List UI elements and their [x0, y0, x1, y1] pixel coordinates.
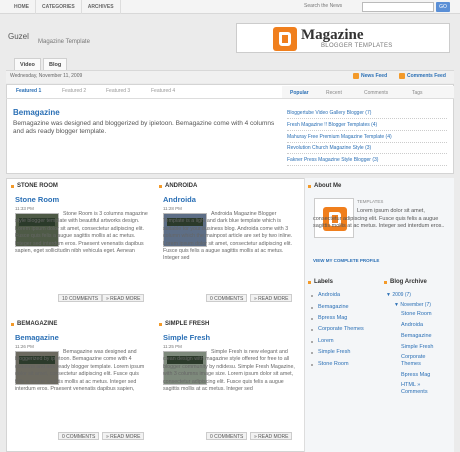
- tab-blog[interactable]: Blog: [43, 58, 68, 70]
- top-nav: HOME CATEGORIES ARCHIVES: [8, 0, 121, 14]
- bullet-icon: [311, 307, 313, 309]
- bullet-icon: [384, 281, 387, 284]
- read-more-button[interactable]: » READ MORE: [250, 294, 293, 302]
- nav-archives[interactable]: ARCHIVES: [82, 0, 121, 14]
- archive-post-link[interactable]: Corporate Themes: [401, 354, 441, 368]
- popular-item[interactable]: Fresh Magazine !! Blogger Templates (4): [287, 122, 447, 131]
- label-link[interactable]: Corporate Themes: [318, 326, 364, 332]
- bullet-icon: [11, 323, 14, 326]
- tab-featured-2[interactable]: Featured 2: [62, 88, 86, 94]
- label-link[interactable]: Androida: [318, 292, 340, 298]
- bullet-icon: [159, 185, 162, 188]
- nav-home[interactable]: HOME: [8, 0, 36, 14]
- tab-video[interactable]: Video: [14, 58, 41, 70]
- post-section-heading: SIMPLE FRESH: [165, 321, 210, 327]
- post-excerpt: Androida Magazine Blogger Template is a …: [163, 211, 293, 262]
- post-section-heading: STONE ROOM: [17, 183, 58, 189]
- archive-month: November (7): [400, 302, 431, 308]
- read-more-label: READ MORE: [258, 434, 289, 440]
- header-banner[interactable]: Magazine BLOGGER TEMPLATES: [236, 23, 450, 53]
- popular-item[interactable]: Bloggertube Video Gallery Blogger (7): [287, 110, 447, 119]
- bullet-icon: [311, 318, 313, 320]
- search-label: Search the News: [304, 3, 343, 9]
- post-excerpt: Bemagazine was designed and bloggerized …: [15, 349, 145, 393]
- featured-description: Bemagazine was designed and bloggerized …: [13, 120, 275, 135]
- read-more-label: READ MORE: [258, 296, 289, 302]
- read-more-label: READ MORE: [110, 296, 141, 302]
- labels-heading: Labels: [314, 279, 334, 285]
- archive-post-link[interactable]: HTML » Comments: [401, 382, 441, 396]
- bullet-icon: [311, 352, 313, 354]
- archive-post-link[interactable]: Androida: [401, 322, 423, 328]
- popular-item[interactable]: Fakner Press Magazine Style Blogger (3): [287, 157, 447, 166]
- archive-month-toggle[interactable]: ▼ November (7): [394, 302, 431, 308]
- read-more-button[interactable]: » READ MORE: [102, 294, 145, 302]
- banner-title: Magazine: [301, 27, 364, 43]
- comments-button[interactable]: 0 COMMENTS: [58, 432, 100, 440]
- label-link[interactable]: Simple Fresh: [318, 349, 350, 355]
- tab-featured-1[interactable]: Featured 1: [16, 88, 41, 94]
- view-profile-link[interactable]: VIEW MY COMPLETE PROFILE: [313, 258, 379, 263]
- comments-button[interactable]: 0 COMMENTS: [206, 294, 248, 302]
- read-more-label: READ MORE: [110, 434, 141, 440]
- label-link[interactable]: Bemagazine: [318, 304, 349, 310]
- current-date: Wednesday, November 11, 2009: [10, 73, 83, 79]
- post-title[interactable]: Simple Fresh: [163, 333, 210, 342]
- post-section-heading: ANDROIDA: [165, 183, 198, 189]
- post-section-heading: BEMAGAZINE: [17, 321, 58, 327]
- rss-icon: [353, 73, 359, 79]
- bullet-icon: [308, 185, 311, 188]
- bullet-icon: [308, 281, 311, 284]
- tab-comments[interactable]: Comments: [364, 90, 388, 96]
- tab-popular[interactable]: Popular: [290, 90, 309, 96]
- read-more-button[interactable]: » READ MORE: [250, 432, 293, 440]
- bullet-icon: [311, 364, 313, 366]
- post-title[interactable]: Bemagazine: [15, 333, 59, 342]
- post-excerpt: Simple Fresh is new elegant and clean de…: [163, 349, 295, 393]
- archive-post-link[interactable]: Stone Room: [401, 311, 432, 317]
- featured-title[interactable]: Bemagazine: [13, 108, 60, 117]
- search-go-button[interactable]: GO: [436, 2, 450, 12]
- archive-year: 2009 (7): [392, 292, 411, 298]
- bullet-icon: [159, 323, 162, 326]
- rss-icon: [399, 73, 405, 79]
- bullet-icon: [311, 341, 313, 343]
- read-more-button[interactable]: » READ MORE: [102, 432, 145, 440]
- post-excerpt: Stone Room is 3 columns magazine style b…: [15, 211, 148, 255]
- archive-post-link[interactable]: Bpress Mag: [401, 372, 430, 378]
- bullet-icon: [11, 185, 14, 188]
- post-title[interactable]: Androida: [163, 195, 196, 204]
- comments-button[interactable]: 10 COMMENTS: [58, 294, 103, 302]
- about-text: Lorem ipsum dolor sit amet, consectetur …: [313, 208, 445, 229]
- site-brand[interactable]: Guzel: [8, 32, 29, 41]
- search-input[interactable]: [362, 2, 434, 12]
- profile-name: TEMPLATES: [357, 199, 384, 204]
- archive-post-link[interactable]: Simple Fresh: [401, 344, 433, 350]
- bullet-icon: [311, 295, 313, 297]
- comments-feed-link[interactable]: Comments Feed: [407, 73, 446, 79]
- label-link[interactable]: Stone Room: [318, 361, 349, 367]
- tab-featured-4[interactable]: Featured 4: [151, 88, 175, 94]
- tab-featured-3[interactable]: Featured 3: [106, 88, 130, 94]
- tab-recent[interactable]: Recent: [326, 90, 342, 96]
- site-subtitle: Magazine Template: [38, 39, 90, 45]
- nav-categories[interactable]: CATEGORIES: [36, 0, 82, 14]
- about-heading: About Me: [314, 183, 342, 189]
- banner-subtitle: BLOGGER TEMPLATES: [321, 43, 393, 49]
- archive-year-toggle[interactable]: ▼ 2009 (7): [386, 292, 411, 298]
- tab-tags[interactable]: Tags: [412, 90, 423, 96]
- label-link[interactable]: Bpress Mag: [318, 315, 347, 321]
- blogger-logo-icon: [273, 27, 297, 51]
- popular-item[interactable]: Revolution Church Magazine Style (3): [287, 145, 447, 154]
- label-link[interactable]: Lorem: [318, 338, 334, 344]
- comments-button[interactable]: 0 COMMENTS: [206, 432, 248, 440]
- featured-tabs: [6, 86, 282, 99]
- popular-item[interactable]: Mahuray Free Premium Magazine Template (…: [287, 134, 447, 143]
- post-title[interactable]: Stone Room: [15, 195, 59, 204]
- posts-feed-link[interactable]: News Feed: [361, 73, 387, 79]
- archive-post-link[interactable]: Bemagazine: [401, 333, 432, 339]
- archive-heading: Blog Archive: [390, 279, 427, 285]
- bullet-icon: [311, 329, 313, 331]
